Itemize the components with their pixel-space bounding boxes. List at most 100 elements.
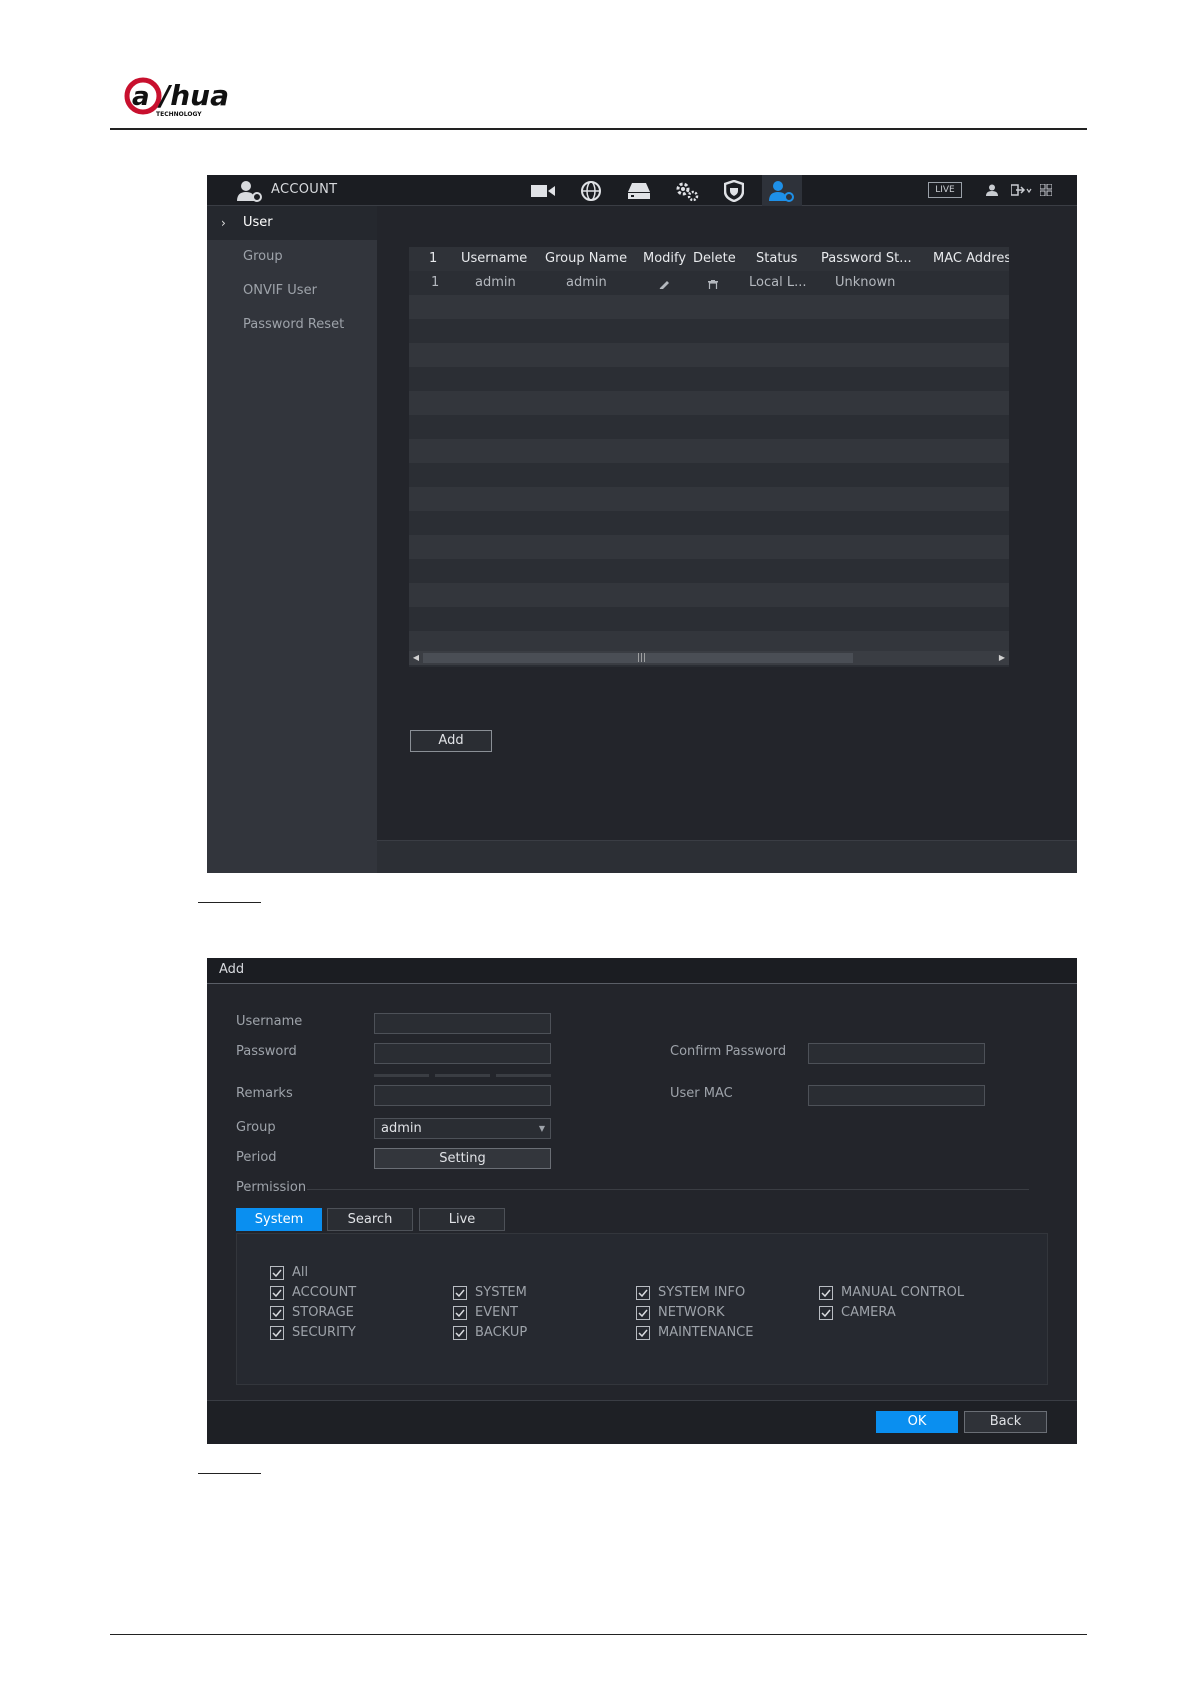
checkbox-checked-icon [819, 1305, 833, 1320]
scroll-left-arrow-icon[interactable]: ◀ [409, 651, 423, 665]
username-field[interactable] [374, 1013, 551, 1034]
storage-icon[interactable] [619, 175, 659, 206]
column-header-username: Username [461, 251, 528, 266]
user-mac-field[interactable] [808, 1085, 985, 1106]
scroll-right-arrow-icon[interactable]: ▶ [995, 651, 1009, 665]
checkbox-label: STORAGE [292, 1305, 354, 1320]
account-settings-icon [237, 180, 263, 202]
delete-trash-icon[interactable] [708, 277, 718, 289]
checkbox-label: NETWORK [658, 1305, 725, 1320]
horizontal-scrollbar[interactable]: ◀ ||| ▶ [409, 651, 1009, 665]
layout-grid-icon[interactable] [1037, 182, 1055, 198]
tab-system[interactable]: System [236, 1208, 322, 1231]
sidebar-item-group[interactable]: Group [207, 240, 377, 274]
logo-subtext: TECHNOLOGY [156, 111, 202, 118]
sidebar-item-user[interactable]: › User [207, 206, 377, 240]
permission-checkbox-account[interactable]: ACCOUNT [270, 1285, 356, 1300]
password-field[interactable] [374, 1043, 551, 1064]
top-bar: ACCOUNT LIVE [207, 175, 1077, 206]
table-row [409, 391, 1009, 415]
bottom-bar [377, 840, 1077, 873]
back-button[interactable]: Back [964, 1411, 1047, 1433]
permission-checkbox-storage[interactable]: STORAGE [270, 1305, 354, 1320]
tab-live[interactable]: Live [419, 1208, 505, 1231]
dialog-title: Add [207, 958, 1077, 984]
checkbox-checked-icon [636, 1305, 650, 1320]
user-icon[interactable] [983, 182, 1001, 198]
checkbox-checked-icon [270, 1305, 284, 1320]
column-header-password-strength: Password St... [821, 251, 912, 266]
permission-checkbox-manual-control[interactable]: MANUAL CONTROL [819, 1285, 964, 1300]
row-username: admin [475, 275, 516, 290]
checkbox-label: MAINTENANCE [658, 1325, 754, 1340]
group-label: Group [236, 1120, 276, 1135]
table-row [409, 439, 1009, 463]
permission-checkbox-maintenance[interactable]: MAINTENANCE [636, 1325, 753, 1340]
chevron-down-icon: ▼ [538, 1124, 545, 1133]
network-globe-icon[interactable] [571, 175, 611, 206]
column-header-index: 1 [429, 251, 438, 266]
svg-text:a: a [132, 82, 150, 112]
permission-checkbox-all[interactable]: All [270, 1265, 308, 1280]
column-header-delete: Delete [693, 251, 736, 266]
sidebar-item-label: ONVIF User [243, 283, 317, 298]
username-label: Username [236, 1014, 303, 1029]
table-header: 1 Username Group Name Modify Delete Stat… [409, 247, 1009, 271]
checkbox-checked-icon [453, 1305, 467, 1320]
sidebar-item-onvif-user[interactable]: ONVIF User [207, 274, 377, 308]
table-row [409, 559, 1009, 583]
edit-pencil-icon[interactable] [658, 277, 670, 289]
permission-checkbox-security[interactable]: SECURITY [270, 1325, 356, 1340]
period-setting-button[interactable]: Setting [374, 1148, 551, 1169]
table-row [409, 367, 1009, 391]
add-user-button[interactable]: Add [410, 730, 492, 752]
checkbox-label: SYSTEM [475, 1285, 527, 1300]
checkbox-label: BACKUP [475, 1325, 528, 1340]
permission-checkbox-system[interactable]: SYSTEM [453, 1285, 527, 1300]
camera-icon[interactable] [523, 175, 563, 206]
checkbox-checked-icon [636, 1285, 650, 1300]
remarks-field[interactable] [374, 1085, 551, 1106]
svg-text:/hua: /hua [157, 79, 229, 112]
checkbox-checked-icon [453, 1285, 467, 1300]
sidebar-item-password-reset[interactable]: Password Reset [207, 308, 377, 342]
live-button[interactable]: LIVE [928, 182, 962, 198]
checkbox-checked-icon [270, 1265, 284, 1280]
checkbox-label: SECURITY [292, 1325, 356, 1340]
permission-checkbox-network[interactable]: NETWORK [636, 1305, 725, 1320]
chevron-right-icon: › [221, 216, 226, 230]
permission-checkbox-backup[interactable]: BACKUP [453, 1325, 527, 1340]
row-password-strength: Unknown [835, 275, 896, 290]
account-user-screen: ACCOUNT LIVE › User Group ONVIF User Pas… [207, 175, 1077, 873]
permission-checkbox-camera[interactable]: CAMERA [819, 1305, 896, 1320]
sidebar-item-label: Group [243, 249, 283, 264]
remarks-label: Remarks [236, 1086, 293, 1101]
table-row [409, 295, 1009, 319]
system-gears-icon[interactable] [667, 175, 707, 206]
table-row[interactable]: 1 admin admin Local L... Unknown [409, 271, 1009, 295]
tab-search[interactable]: Search [327, 1208, 413, 1231]
confirm-password-field[interactable] [808, 1043, 985, 1064]
ok-button[interactable]: OK [876, 1411, 958, 1433]
security-shield-icon[interactable] [714, 175, 754, 206]
sidebar-item-label: User [243, 215, 273, 230]
permission-label: Permission [236, 1180, 307, 1195]
table-row [409, 607, 1009, 631]
caption-underline [198, 1473, 261, 1474]
period-label: Period [236, 1150, 277, 1165]
checkbox-label: SYSTEM INFO [658, 1285, 746, 1300]
table-row [409, 535, 1009, 559]
table-row [409, 463, 1009, 487]
caption-underline [198, 902, 261, 903]
account-icon[interactable] [762, 175, 802, 206]
logout-icon[interactable] [1011, 182, 1033, 198]
checkbox-label: EVENT [475, 1305, 518, 1320]
confirm-password-label: Confirm Password [670, 1044, 787, 1059]
checkbox-checked-icon [453, 1325, 467, 1340]
page-title: ACCOUNT [271, 182, 338, 197]
group-select[interactable]: admin ▼ [374, 1118, 551, 1139]
group-select-value: admin [381, 1121, 422, 1136]
permission-checkbox-event[interactable]: EVENT [453, 1305, 518, 1320]
permission-checkbox-system-info[interactable]: SYSTEM INFO [636, 1285, 745, 1300]
column-header-modify: Modify [643, 251, 687, 266]
